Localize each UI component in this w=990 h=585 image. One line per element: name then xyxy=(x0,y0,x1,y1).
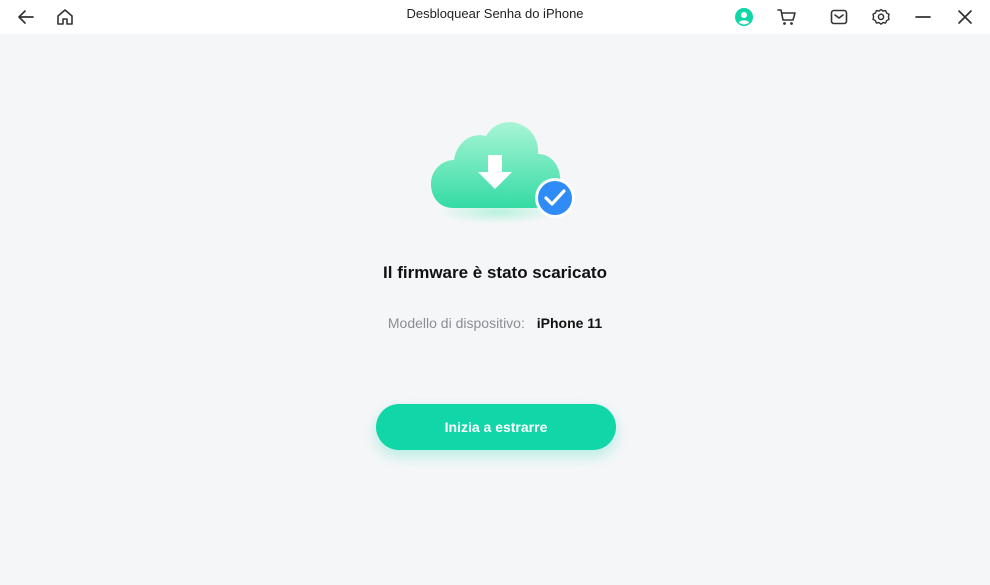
back-button[interactable] xyxy=(12,3,40,31)
gear-icon xyxy=(872,8,890,25)
title-bar: Desbloquear Senha do iPhone xyxy=(0,0,990,34)
home-button[interactable] xyxy=(51,3,79,31)
user-circle-icon xyxy=(735,8,753,26)
start-extract-button[interactable]: Inizia a estrarre xyxy=(376,404,616,450)
minimize-button[interactable] xyxy=(909,3,937,31)
main-content: Il firmware è stato scaricato Modello di… xyxy=(0,34,990,585)
close-button[interactable] xyxy=(951,3,979,31)
page-heading: Il firmware è stato scaricato xyxy=(383,263,607,282)
settings-button[interactable] xyxy=(867,3,895,31)
close-icon xyxy=(958,10,972,24)
device-model-label: Modello di dispositivo: xyxy=(387,315,525,331)
device-model-row: Modello di dispositivo: iPhone 11 xyxy=(0,315,990,331)
mail-button[interactable] xyxy=(825,3,853,31)
device-model-value: iPhone 11 xyxy=(536,315,603,331)
cloud-download-check-icon xyxy=(431,122,575,224)
cart-icon xyxy=(777,9,796,25)
cart-button[interactable] xyxy=(773,3,801,31)
minimize-icon xyxy=(915,16,931,18)
arrow-left-icon xyxy=(18,10,34,24)
home-icon xyxy=(57,9,73,25)
mail-icon xyxy=(830,9,848,25)
hero-illustration xyxy=(420,116,590,241)
account-button[interactable] xyxy=(730,3,758,31)
